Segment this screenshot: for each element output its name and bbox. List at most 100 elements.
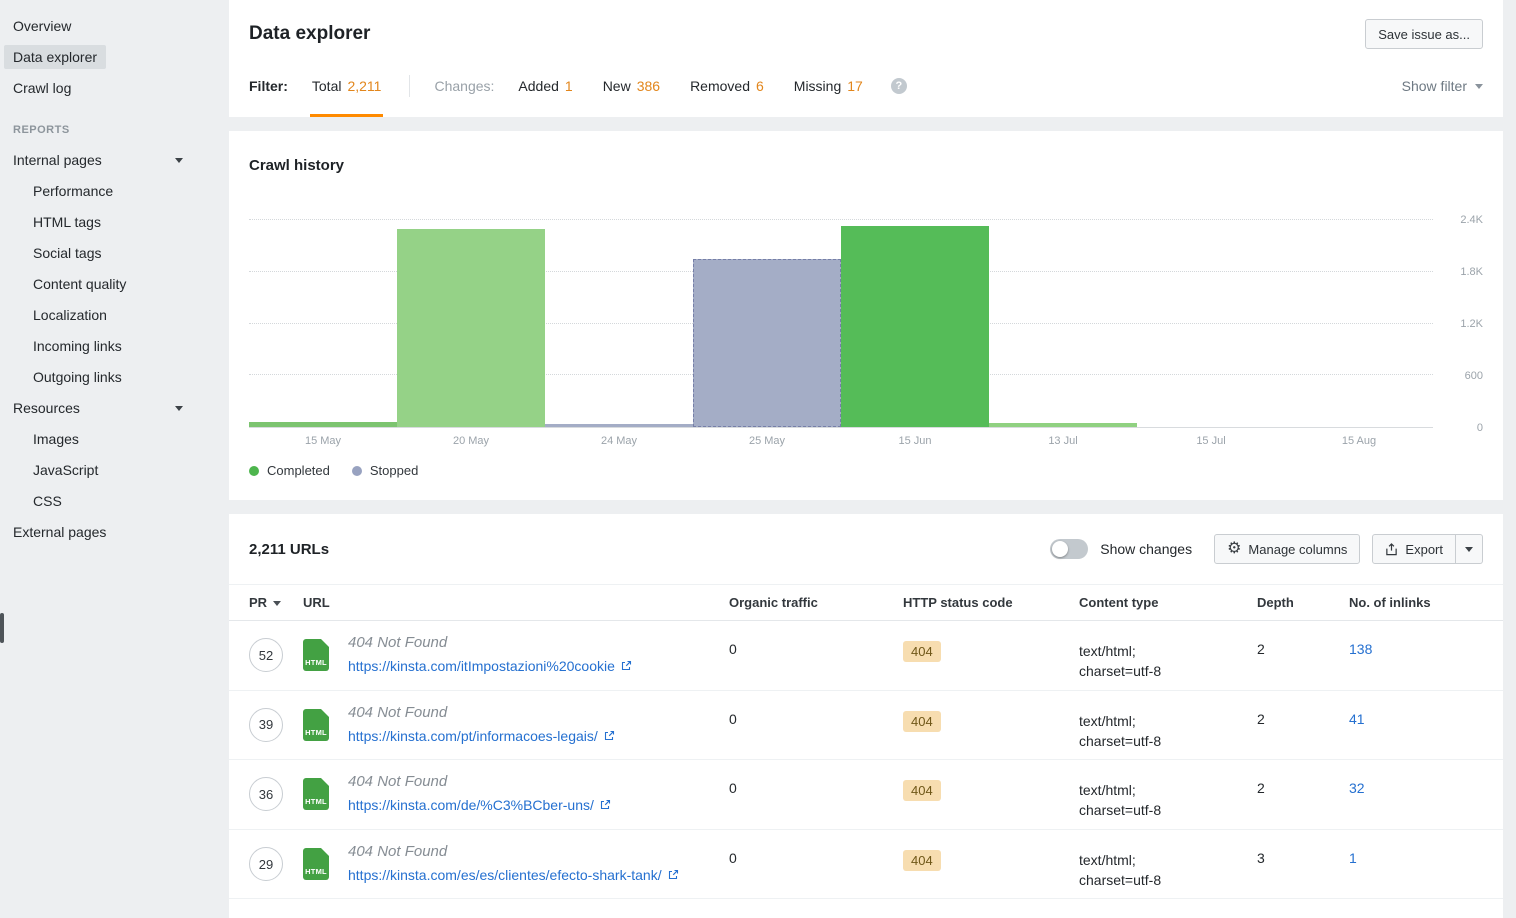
page-rating-badge: 52	[249, 638, 283, 672]
table-row: 39 HTML 404 Not Found https://kinsta.com…	[229, 691, 1503, 761]
content-type-value: text/html; charset=utf-8	[1079, 838, 1191, 891]
column-header-url[interactable]: URL	[303, 595, 729, 610]
chart-bar-slot	[397, 220, 545, 427]
sidebar-item-incoming-links[interactable]: Incoming links	[24, 334, 131, 358]
sidebar-item-html-tags[interactable]: HTML tags	[24, 210, 110, 234]
not-found-title: 404 Not Found	[348, 843, 679, 860]
sidebar-item-css[interactable]: CSS	[24, 489, 71, 513]
x-axis-label: 15 Aug	[1285, 435, 1433, 447]
x-axis-label: 15 Jul	[1137, 435, 1285, 447]
external-link-icon[interactable]	[599, 799, 611, 811]
external-link-icon[interactable]	[667, 869, 679, 881]
external-link-icon[interactable]	[603, 730, 615, 742]
y-axis-label: 1.2K	[1460, 318, 1483, 330]
sidebar-item-content-quality[interactable]: Content quality	[24, 272, 135, 296]
filter-tab-missing[interactable]: Missing 17	[792, 55, 865, 117]
chart-bars	[249, 220, 1433, 427]
page-rating-badge: 39	[249, 708, 283, 742]
status-badge: 404	[903, 780, 941, 801]
filter-tab-added[interactable]: Added 1	[516, 55, 574, 117]
organic-traffic-value: 0	[729, 629, 903, 657]
sidebar-item-localization[interactable]: Localization	[24, 303, 116, 327]
y-axis-label: 1.8K	[1460, 266, 1483, 278]
url-link[interactable]: https://kinsta.com/pt/informacoes-legais…	[348, 728, 598, 744]
chart-legend: Completed Stopped	[249, 463, 1483, 478]
chevron-down-icon	[175, 406, 183, 411]
sidebar: Overview Data explorer Crawl log REPORTS…	[0, 0, 209, 918]
legend-dot-stopped	[352, 466, 362, 476]
page-rating-badge: 36	[249, 777, 283, 811]
sidebar-item-overview[interactable]: Overview	[4, 14, 80, 38]
inlinks-link[interactable]: 138	[1349, 641, 1372, 657]
sidebar-item-outgoing-links[interactable]: Outgoing links	[24, 365, 131, 389]
app: Overview Data explorer Crawl log REPORTS…	[0, 0, 1516, 918]
chart-bar-slot	[989, 220, 1137, 427]
chevron-down-icon	[1465, 547, 1473, 552]
url-link[interactable]: https://kinsta.com/de/%C3%BCber-uns/	[348, 797, 594, 813]
help-icon[interactable]: ?	[891, 78, 907, 94]
content-type-value: text/html; charset=utf-8	[1079, 768, 1191, 821]
sidebar-item-social-tags[interactable]: Social tags	[24, 241, 110, 265]
file-type-label: HTML	[303, 867, 329, 876]
bar-24-may[interactable]	[545, 424, 693, 427]
depth-value: 2	[1257, 629, 1349, 657]
column-header-depth[interactable]: Depth	[1257, 595, 1349, 610]
inlinks-link[interactable]: 32	[1349, 780, 1365, 796]
url-link[interactable]: https://kinsta.com/itImpostazioni%20cook…	[348, 658, 615, 674]
column-header-pr[interactable]: PR	[249, 595, 303, 610]
urls-table-toolbar: 2,211 URLs Show changes ⚙ Manage columns…	[229, 534, 1503, 584]
sidebar-item-crawl-log[interactable]: Crawl log	[4, 76, 80, 100]
bar-20-may[interactable]	[397, 229, 545, 427]
url-link[interactable]: https://kinsta.com/es/es/clientes/efecto…	[348, 867, 662, 883]
column-header-content-type[interactable]: Content type	[1079, 595, 1257, 610]
status-badge: 404	[903, 641, 941, 662]
scrollbar-thumb[interactable]	[0, 613, 4, 643]
bar-15-jun[interactable]	[841, 226, 989, 427]
file-type-label: HTML	[303, 797, 329, 806]
save-issue-as-button[interactable]: Save issue as...	[1365, 19, 1483, 49]
x-axis-label: 15 May	[249, 435, 397, 447]
sidebar-item-external-pages[interactable]: External pages	[4, 520, 115, 544]
sidebar-item-data-explorer[interactable]: Data explorer	[4, 45, 106, 69]
show-filter-button[interactable]: Show filter	[1402, 78, 1483, 94]
sidebar-group-internal-pages[interactable]: Internal pages	[4, 148, 192, 172]
legend-label: Stopped	[370, 463, 418, 478]
depth-value: 3	[1257, 838, 1349, 866]
inlinks-link[interactable]: 41	[1349, 711, 1365, 727]
show-changes-toggle[interactable]	[1050, 539, 1088, 559]
bar-25-may[interactable]	[693, 259, 841, 427]
x-axis-label: 25 May	[693, 435, 841, 447]
filter-bar: Filter: Total 2,211 Changes: Added 1 New…	[229, 55, 1503, 117]
organic-traffic-value: 0	[729, 699, 903, 727]
sidebar-item-images[interactable]: Images	[24, 427, 88, 451]
filter-tab-total[interactable]: Total 2,211	[310, 55, 384, 117]
column-header-http-status[interactable]: HTTP status code	[903, 595, 1079, 610]
sidebar-item-javascript[interactable]: JavaScript	[24, 458, 107, 482]
sidebar-group-resources[interactable]: Resources	[4, 396, 192, 420]
bar-15-may[interactable]	[249, 422, 397, 427]
export-button[interactable]: Export	[1372, 534, 1456, 564]
filter-label: Filter:	[249, 78, 288, 94]
manage-columns-label: Manage columns	[1248, 542, 1347, 557]
external-link-icon[interactable]	[620, 660, 632, 672]
sidebar-item-performance[interactable]: Performance	[24, 179, 122, 203]
chart-bar-slot	[1285, 220, 1433, 427]
filter-tab-removed[interactable]: Removed 6	[688, 55, 766, 117]
inlinks-link[interactable]: 1	[1349, 850, 1357, 866]
depth-value: 2	[1257, 699, 1349, 727]
manage-columns-button[interactable]: ⚙ Manage columns	[1214, 534, 1360, 564]
column-header-organic-traffic[interactable]: Organic traffic	[729, 595, 903, 610]
not-found-title: 404 Not Found	[348, 634, 632, 651]
bar-13-jul[interactable]	[989, 423, 1137, 427]
column-header-inlinks[interactable]: No. of inlinks	[1349, 595, 1483, 610]
filter-tab-new[interactable]: New 386	[601, 55, 662, 117]
x-axis-label: 15 Jun	[841, 435, 989, 447]
export-dropdown-button[interactable]	[1456, 534, 1483, 564]
x-axis-label: 13 Jul	[989, 435, 1137, 447]
show-changes-label: Show changes	[1100, 541, 1192, 557]
filter-tab-label: Removed	[690, 78, 750, 94]
gear-icon: ⚙	[1227, 541, 1241, 557]
export-icon	[1385, 543, 1398, 556]
chart-bar-slot	[693, 220, 841, 427]
chart-bar-slot	[249, 220, 397, 427]
